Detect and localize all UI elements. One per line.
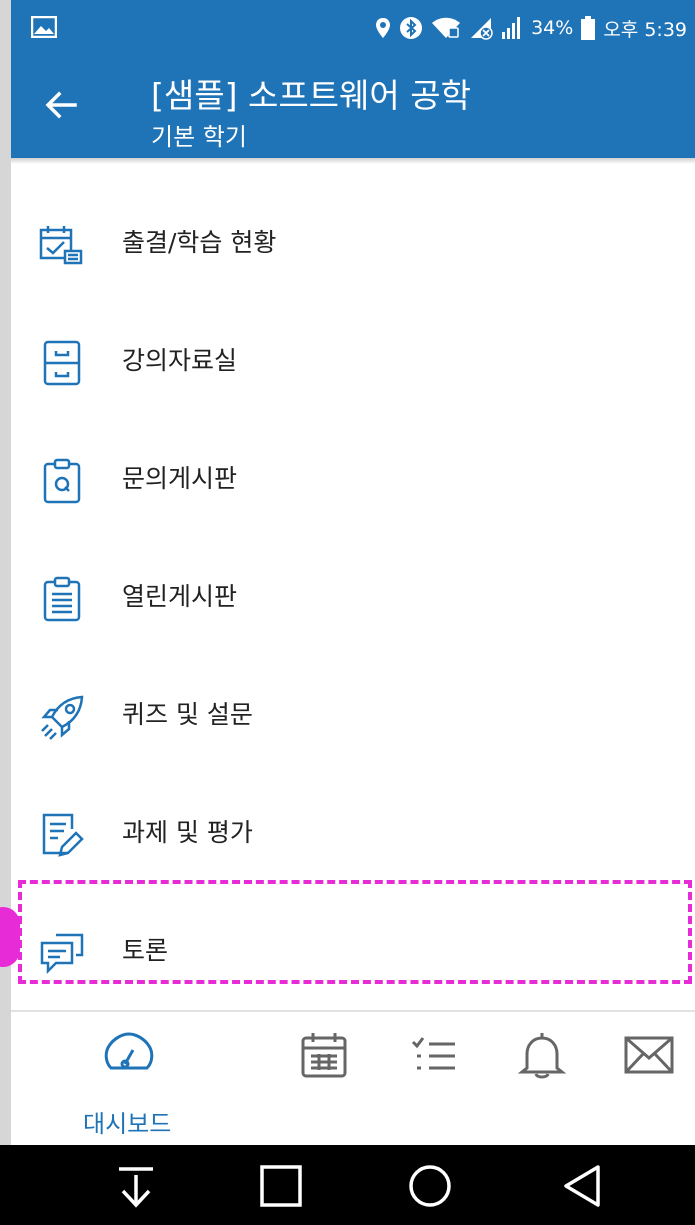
app-screen: 34% 오후 5:39 [샘플] 소프트웨어 공학 기본 학기 출결/학습 현황… xyxy=(0,0,695,1225)
archive-icon xyxy=(43,340,81,386)
battery-percent: 34% xyxy=(531,17,574,39)
page-title: [샘플] 소프트웨어 공학 xyxy=(151,76,471,115)
app-bar-shadow xyxy=(11,158,695,164)
location-icon xyxy=(376,18,391,38)
signal-icon xyxy=(502,17,521,39)
system-nav-bar xyxy=(0,1145,695,1225)
dashboard-gauge-icon xyxy=(104,1032,154,1070)
calendar-icon xyxy=(301,1033,347,1078)
menu-label-qna: 문의게시판 xyxy=(122,464,238,493)
status-icons: 34% 오후 5:39 xyxy=(375,12,687,44)
checklist-icon xyxy=(411,1037,455,1070)
page-subtitle: 기본 학기 xyxy=(151,123,247,151)
clipboard-list-icon xyxy=(43,576,81,622)
attendance-icon xyxy=(39,226,83,265)
nav-notifications[interactable] xyxy=(517,1030,577,1090)
home-nav-icon[interactable] xyxy=(407,1163,453,1209)
menu-item-qna[interactable]: 문의게시판 xyxy=(11,419,695,537)
bell-icon xyxy=(517,1033,567,1079)
nav-messages[interactable] xyxy=(623,1030,683,1090)
highlight-box xyxy=(18,880,692,984)
menu-label-attendance: 출결/학습 현황 xyxy=(122,228,277,257)
menu-item-open-board[interactable]: 열린게시판 xyxy=(11,537,695,655)
image-icon xyxy=(31,16,57,38)
nav-label-dashboard: 대시보드 xyxy=(83,1110,172,1138)
menu-item-assignment[interactable]: 과제 및 평가 xyxy=(11,773,695,891)
nav-todo[interactable] xyxy=(409,1030,469,1090)
menu-label-materials: 강의자료실 xyxy=(122,346,238,375)
rocket-icon xyxy=(41,695,84,740)
back-nav-icon[interactable] xyxy=(560,1163,606,1209)
mail-icon xyxy=(624,1036,674,1074)
app-bar: [샘플] 소프트웨어 공학 기본 학기 xyxy=(11,55,695,158)
data-off-icon xyxy=(471,18,493,40)
screen-edge xyxy=(0,0,11,1145)
menu-label-assignment: 과제 및 평가 xyxy=(122,818,253,847)
menu-item-attendance[interactable]: 출결/학습 현황 xyxy=(11,183,695,301)
bottom-nav: 대시보드 xyxy=(11,1012,695,1145)
battery-icon xyxy=(581,16,596,40)
bluetooth-icon xyxy=(400,17,423,39)
download-nav-icon[interactable] xyxy=(113,1163,159,1209)
menu-label-open-board: 열린게시판 xyxy=(122,582,238,611)
wifi-icon xyxy=(432,17,461,38)
menu-item-materials[interactable]: 강의자료실 xyxy=(11,301,695,419)
nav-calendar[interactable] xyxy=(299,1030,359,1090)
qna-board-icon xyxy=(43,458,81,504)
menu-item-quiz[interactable]: 퀴즈 및 설문 xyxy=(11,655,695,773)
recents-nav-icon[interactable] xyxy=(258,1163,304,1209)
status-time: 오후 5:39 xyxy=(603,18,687,41)
back-arrow-icon[interactable] xyxy=(41,85,81,125)
highlight-marker xyxy=(0,907,20,967)
menu-label-quiz: 퀴즈 및 설문 xyxy=(122,700,253,729)
status-bar: 34% 오후 5:39 xyxy=(11,0,695,55)
assignment-edit-icon xyxy=(42,813,84,857)
